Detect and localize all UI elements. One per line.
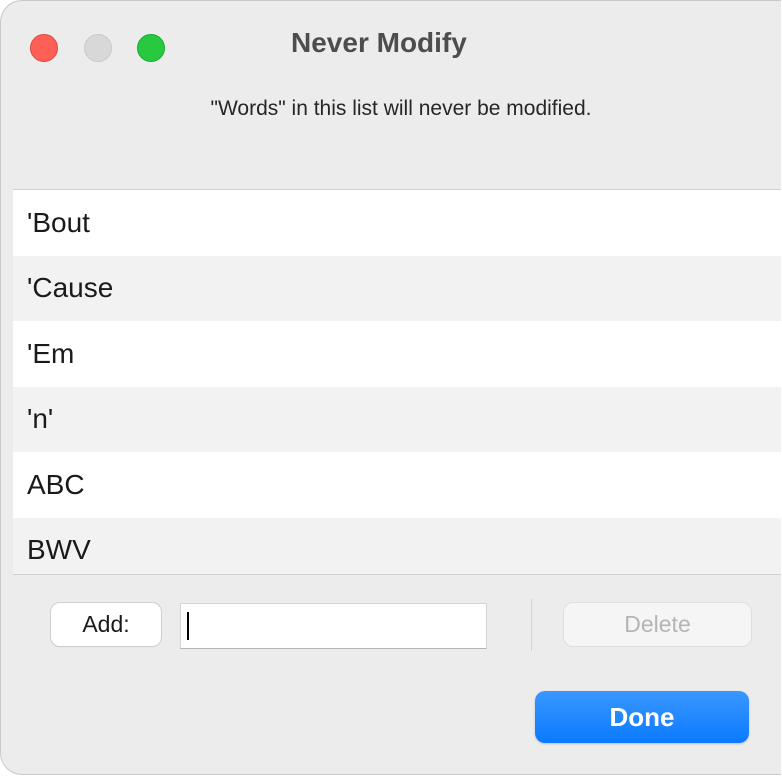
title-bar: Never Modify: [1, 1, 781, 91]
divider: [531, 599, 532, 651]
word-list[interactable]: 'Bout 'Cause 'Em 'n' ABC BWV: [13, 189, 781, 575]
list-item[interactable]: 'Em: [13, 321, 781, 387]
close-window-button[interactable]: [30, 34, 58, 62]
list-item[interactable]: 'Bout: [13, 190, 781, 256]
done-button[interactable]: Done: [535, 691, 749, 743]
description-text: "Words" in this list will never be modif…: [210, 97, 592, 120]
minimize-window-button[interactable]: [84, 34, 112, 62]
text-caret: [187, 612, 189, 640]
list-item[interactable]: BWV: [13, 517, 781, 574]
never-modify-window: Never Modify "Words" in this list will n…: [0, 0, 781, 775]
list-item[interactable]: 'n': [13, 386, 781, 452]
window-title: Never Modify: [291, 27, 467, 58]
add-word-input[interactable]: [180, 603, 487, 649]
zoom-window-button[interactable]: [137, 34, 165, 62]
delete-button[interactable]: Delete: [564, 603, 751, 646]
list-item[interactable]: ABC: [13, 452, 781, 518]
list-item[interactable]: 'Cause: [13, 255, 781, 321]
add-button[interactable]: Add:: [51, 603, 161, 646]
